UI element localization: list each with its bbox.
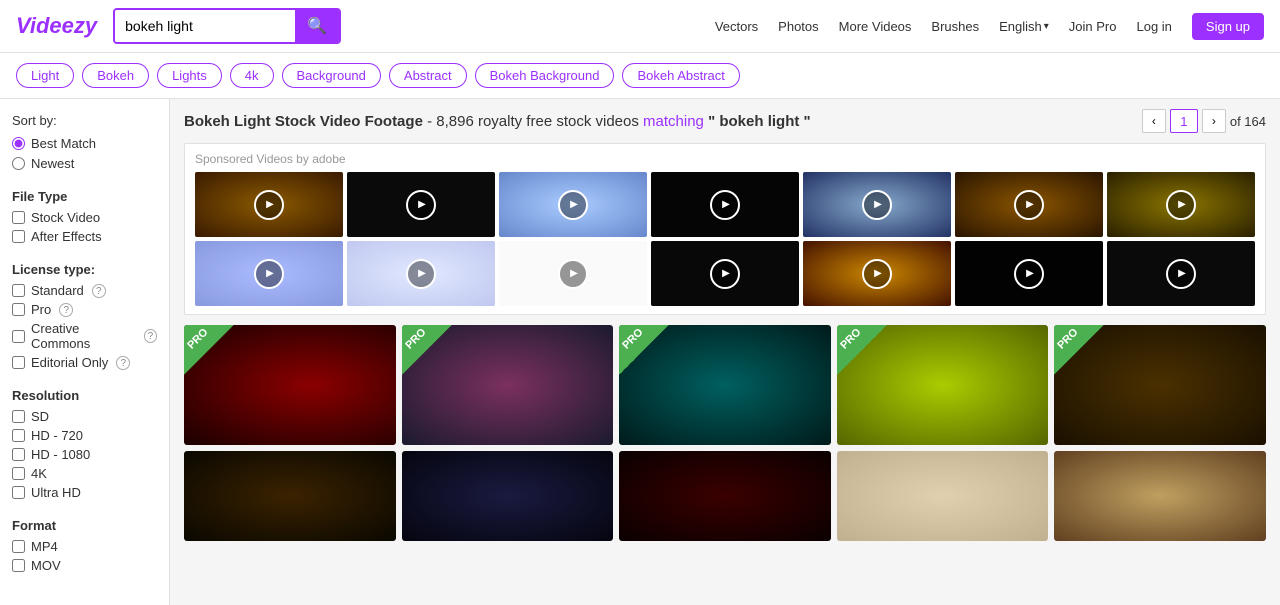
filter-pro[interactable]: Pro ? xyxy=(12,302,157,317)
page-total: of 164 xyxy=(1230,114,1266,129)
result-thumb-6[interactable] xyxy=(184,451,396,541)
filter-stock-video[interactable]: Stock Video xyxy=(12,210,157,225)
result-thumb-4[interactable]: PRO xyxy=(837,325,1049,445)
sidebar: Sort by: Best Match Newest File Type Sto… xyxy=(0,99,170,605)
search-button[interactable]: 🔍 xyxy=(295,10,339,42)
result-thumb-3[interactable]: PRO xyxy=(619,325,831,445)
pro-help-icon[interactable]: ? xyxy=(59,303,73,317)
search-input[interactable] xyxy=(115,10,295,42)
sponsored-thumb-12[interactable] xyxy=(803,241,951,306)
logo: Videezy xyxy=(16,13,97,39)
filter-tag-lights[interactable]: Lights xyxy=(157,63,222,88)
filter-tag-bokeh[interactable]: Bokeh xyxy=(82,63,149,88)
license-type-title: License type: xyxy=(12,262,157,277)
sponsored-thumb-1[interactable] xyxy=(195,172,343,237)
header: Videezy 🔍 Vectors Photos More Videos Bru… xyxy=(0,0,1280,53)
result-thumb-1[interactable]: PRO xyxy=(184,325,396,445)
sponsored-label: Sponsored Videos by adobe xyxy=(195,152,1255,166)
result-thumb-7[interactable] xyxy=(402,451,614,541)
sponsored-thumb-2[interactable] xyxy=(347,172,495,237)
sponsored-thumb-5[interactable] xyxy=(803,172,951,237)
filter-sd[interactable]: SD xyxy=(12,409,157,424)
sponsored-thumb-8[interactable] xyxy=(195,241,343,306)
sort-section: Sort by: Best Match Newest xyxy=(12,113,157,171)
filter-hd1080[interactable]: HD - 1080 xyxy=(12,447,157,462)
editorial-help-icon[interactable]: ? xyxy=(116,356,130,370)
filter-hd720[interactable]: HD - 720 xyxy=(12,428,157,443)
language-selector[interactable]: English xyxy=(999,19,1049,34)
sort-newest[interactable]: Newest xyxy=(12,156,157,171)
filter-bar: Light Bokeh Lights 4k Background Abstrac… xyxy=(0,53,1280,99)
sponsored-thumb-3[interactable] xyxy=(499,172,647,237)
filter-tag-bokeh-background[interactable]: Bokeh Background xyxy=(475,63,615,88)
nav-vectors[interactable]: Vectors xyxy=(715,19,758,34)
sponsored-thumb-7[interactable] xyxy=(1107,172,1255,237)
results-query: " bokeh light " xyxy=(708,113,811,130)
filter-tag-light[interactable]: Light xyxy=(16,63,74,88)
results-header: Bokeh Light Stock Video Footage - 8,896 … xyxy=(184,109,1266,133)
result-thumb-5[interactable]: PRO xyxy=(1054,325,1266,445)
filter-editorial-only[interactable]: Editorial Only ? xyxy=(12,355,157,370)
file-type-section: File Type Stock Video After Effects xyxy=(12,189,157,244)
filter-mp4[interactable]: MP4 xyxy=(12,539,157,554)
sponsored-thumb-14[interactable] xyxy=(1107,241,1255,306)
sponsored-thumb-10[interactable] xyxy=(499,241,647,306)
resolution-title: Resolution xyxy=(12,388,157,403)
format-title: Format xyxy=(12,518,157,533)
filter-tag-background[interactable]: Background xyxy=(282,63,381,88)
results-matching: matching xyxy=(643,113,704,130)
main-layout: Sort by: Best Match Newest File Type Sto… xyxy=(0,99,1280,605)
format-section: Format MP4 MOV xyxy=(12,518,157,573)
filter-4k[interactable]: 4K xyxy=(12,466,157,481)
sort-options: Best Match Newest xyxy=(12,136,157,171)
sponsored-thumb-11[interactable] xyxy=(651,241,799,306)
result-thumb-10[interactable] xyxy=(1054,451,1266,541)
login-link[interactable]: Log in xyxy=(1136,19,1171,34)
filter-creative-commons[interactable]: Creative Commons ? xyxy=(12,321,157,351)
file-type-title: File Type xyxy=(12,189,157,204)
page-number: 1 xyxy=(1170,109,1198,133)
nav-links: Vectors Photos More Videos Brushes Engli… xyxy=(715,13,1264,40)
nav-brushes[interactable]: Brushes xyxy=(931,19,979,34)
filter-after-effects[interactable]: After Effects xyxy=(12,229,157,244)
signup-button[interactable]: Sign up xyxy=(1192,13,1264,40)
search-box: 🔍 xyxy=(113,8,341,44)
result-thumb-9[interactable] xyxy=(837,451,1049,541)
cc-help-icon[interactable]: ? xyxy=(144,329,157,343)
sponsored-box: Sponsored Videos by adobe xyxy=(184,143,1266,315)
sponsored-thumb-6[interactable] xyxy=(955,172,1103,237)
page-prev-button[interactable]: ‹ xyxy=(1142,109,1166,133)
filter-ultra-hd[interactable]: Ultra HD xyxy=(12,485,157,500)
results-grid: PRO PRO PRO PRO PRO xyxy=(184,325,1266,541)
standard-help-icon[interactable]: ? xyxy=(92,284,106,298)
filter-tag-4k[interactable]: 4k xyxy=(230,63,274,88)
filter-mov[interactable]: MOV xyxy=(12,558,157,573)
results-title-text: Bokeh Light Stock Video Footage xyxy=(184,113,423,130)
results-count: - 8,896 royalty free stock videos xyxy=(427,113,639,130)
result-thumb-2[interactable]: PRO xyxy=(402,325,614,445)
nav-photos[interactable]: Photos xyxy=(778,19,818,34)
results-title: Bokeh Light Stock Video Footage - 8,896 … xyxy=(184,113,811,130)
sponsored-thumb-9[interactable] xyxy=(347,241,495,306)
sponsored-grid xyxy=(195,172,1255,306)
result-thumb-8[interactable] xyxy=(619,451,831,541)
sort-best-match[interactable]: Best Match xyxy=(12,136,157,151)
sponsored-thumb-4[interactable] xyxy=(651,172,799,237)
license-type-section: License type: Standard ? Pro ? Creative … xyxy=(12,262,157,370)
nav-more-videos[interactable]: More Videos xyxy=(839,19,912,34)
sort-label: Sort by: xyxy=(12,113,157,128)
pagination: ‹ 1 › of 164 xyxy=(1142,109,1266,133)
filter-standard[interactable]: Standard ? xyxy=(12,283,157,298)
content-area: Bokeh Light Stock Video Footage - 8,896 … xyxy=(170,99,1280,605)
filter-tag-bokeh-abstract[interactable]: Bokeh Abstract xyxy=(622,63,739,88)
filter-tag-abstract[interactable]: Abstract xyxy=(389,63,467,88)
join-pro-link[interactable]: Join Pro xyxy=(1069,19,1117,34)
resolution-section: Resolution SD HD - 720 HD - 1080 4K Ultr… xyxy=(12,388,157,500)
page-next-button[interactable]: › xyxy=(1202,109,1226,133)
sponsored-thumb-13[interactable] xyxy=(955,241,1103,306)
